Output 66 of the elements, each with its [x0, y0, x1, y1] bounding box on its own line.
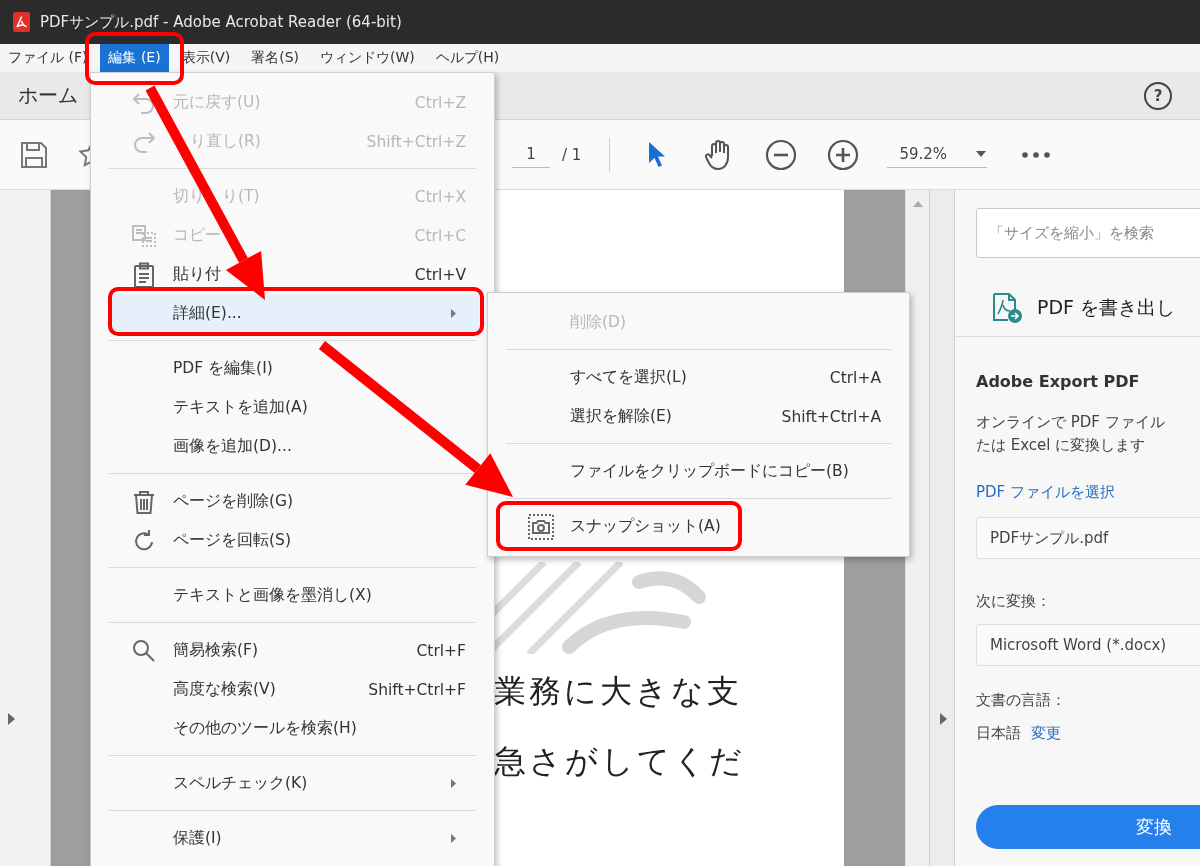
- zoom-in-icon[interactable]: [827, 138, 860, 171]
- shortcut-text: Shift+Ctrl+Z: [366, 132, 466, 151]
- clipboard-icon: [131, 261, 157, 288]
- more-icon[interactable]: [1022, 151, 1051, 158]
- menu-item[interactable]: 詳細(E)...: [109, 294, 479, 333]
- format-dropdown[interactable]: Microsoft Word (*.docx): [976, 624, 1200, 666]
- camera-icon: [528, 513, 554, 540]
- home-tab[interactable]: ホーム: [18, 82, 78, 109]
- page-count: / 1: [562, 145, 582, 164]
- menu-item[interactable]: 選択を解除(E) Shift+Ctrl+A: [506, 397, 894, 436]
- save-icon[interactable]: [20, 140, 48, 169]
- shortcut-text: Ctrl+V: [414, 265, 466, 284]
- menu-item[interactable]: 高度な検索(V) Shift+Ctrl+F: [109, 670, 479, 709]
- select-cursor-icon[interactable]: [647, 140, 668, 169]
- zoom-field[interactable]: 59.2%: [887, 141, 988, 168]
- export-pdf-icon: [991, 292, 1023, 324]
- section-heading: Adobe Export PDF: [976, 372, 1141, 392]
- select-file-link[interactable]: PDF ファイルを選択: [976, 482, 1115, 502]
- menu-bar-item[interactable]: ウィンドウ(W): [312, 44, 423, 72]
- document-text-line: 業務に大きな支: [494, 671, 743, 712]
- menu-item[interactable]: ページを削除(G): [109, 482, 479, 521]
- menu-item[interactable]: テキストを追加(A): [109, 388, 479, 427]
- language-value: 日本語: [976, 723, 1021, 743]
- menu-item[interactable]: 簡易検索(F) Ctrl+F: [109, 631, 479, 670]
- shortcut-text: Ctrl+Z: [414, 93, 466, 112]
- shortcut-text: Shift+Ctrl+F: [368, 680, 466, 699]
- shortcut-text: Ctrl+F: [416, 641, 466, 660]
- field-label: 文書の言語：: [976, 690, 1067, 710]
- convert-button[interactable]: 変換: [976, 805, 1200, 849]
- menu-item[interactable]: ファイルをクリップボードにコピー(B): [506, 452, 894, 491]
- shortcut-text: Shift+Ctrl+A: [781, 407, 881, 426]
- menu-item[interactable]: ページを回転(S): [109, 521, 479, 560]
- file-field[interactable]: PDFサンプル.pdf: [976, 517, 1200, 559]
- shortcut-text: Ctrl+C: [414, 226, 466, 245]
- menu-item[interactable]: すべてを選択(L) Ctrl+A: [506, 358, 894, 397]
- tool-title: PDF を書き出し: [1037, 295, 1176, 320]
- trash-icon: [131, 488, 157, 515]
- pdf-app-icon: [13, 12, 30, 32]
- shortcut-text: Ctrl+A: [829, 368, 881, 387]
- copy-icon: [131, 222, 157, 249]
- menu-item[interactable]: スナップショット(A): [506, 507, 894, 546]
- menu-item[interactable]: その他のツールを検索(H): [109, 709, 479, 748]
- menu-bar-item[interactable]: 表示(V): [173, 44, 239, 72]
- search-field[interactable]: 「サイズを縮小」を検索: [976, 208, 1200, 258]
- change-link[interactable]: 変更: [1031, 723, 1061, 743]
- field-label: 次に変換：: [976, 591, 1052, 611]
- window-title: PDFサンプル.pdf - Adobe Acrobat Reader (64-bit): [40, 12, 402, 32]
- search-icon: [131, 637, 157, 664]
- shortcut-text: Ctrl+X: [414, 187, 466, 206]
- menu-bar-item[interactable]: 編集 (E): [100, 44, 169, 72]
- expand-panel-icon[interactable]: [939, 712, 948, 726]
- menu-item[interactable]: スペルチェック(K): [109, 764, 479, 803]
- document-text-line: 急さがしてくだ: [494, 741, 746, 782]
- menu-item[interactable]: 貼り付 Ctrl+V: [109, 255, 479, 294]
- help-button[interactable]: ?: [1144, 81, 1172, 110]
- menu-item[interactable]: テキストと画像を墨消し(X): [109, 576, 479, 615]
- zoom-out-icon[interactable]: [765, 138, 798, 171]
- caret-icon[interactable]: [975, 150, 988, 158]
- page-number-field[interactable]: 1: [512, 141, 550, 168]
- description-text: オンラインで PDF ファイル たは Excel に変換します: [976, 412, 1166, 456]
- menu-item[interactable]: 画像を追加(D)...: [109, 427, 479, 466]
- menu-item[interactable]: PDF を編集(I): [109, 349, 479, 388]
- menu-item[interactable]: 保護(I): [109, 819, 479, 858]
- expand-panel-icon[interactable]: [7, 712, 16, 726]
- menu-bar-item[interactable]: ヘルプ(H): [427, 44, 508, 72]
- menu-bar-item[interactable]: 署名(S): [243, 44, 307, 72]
